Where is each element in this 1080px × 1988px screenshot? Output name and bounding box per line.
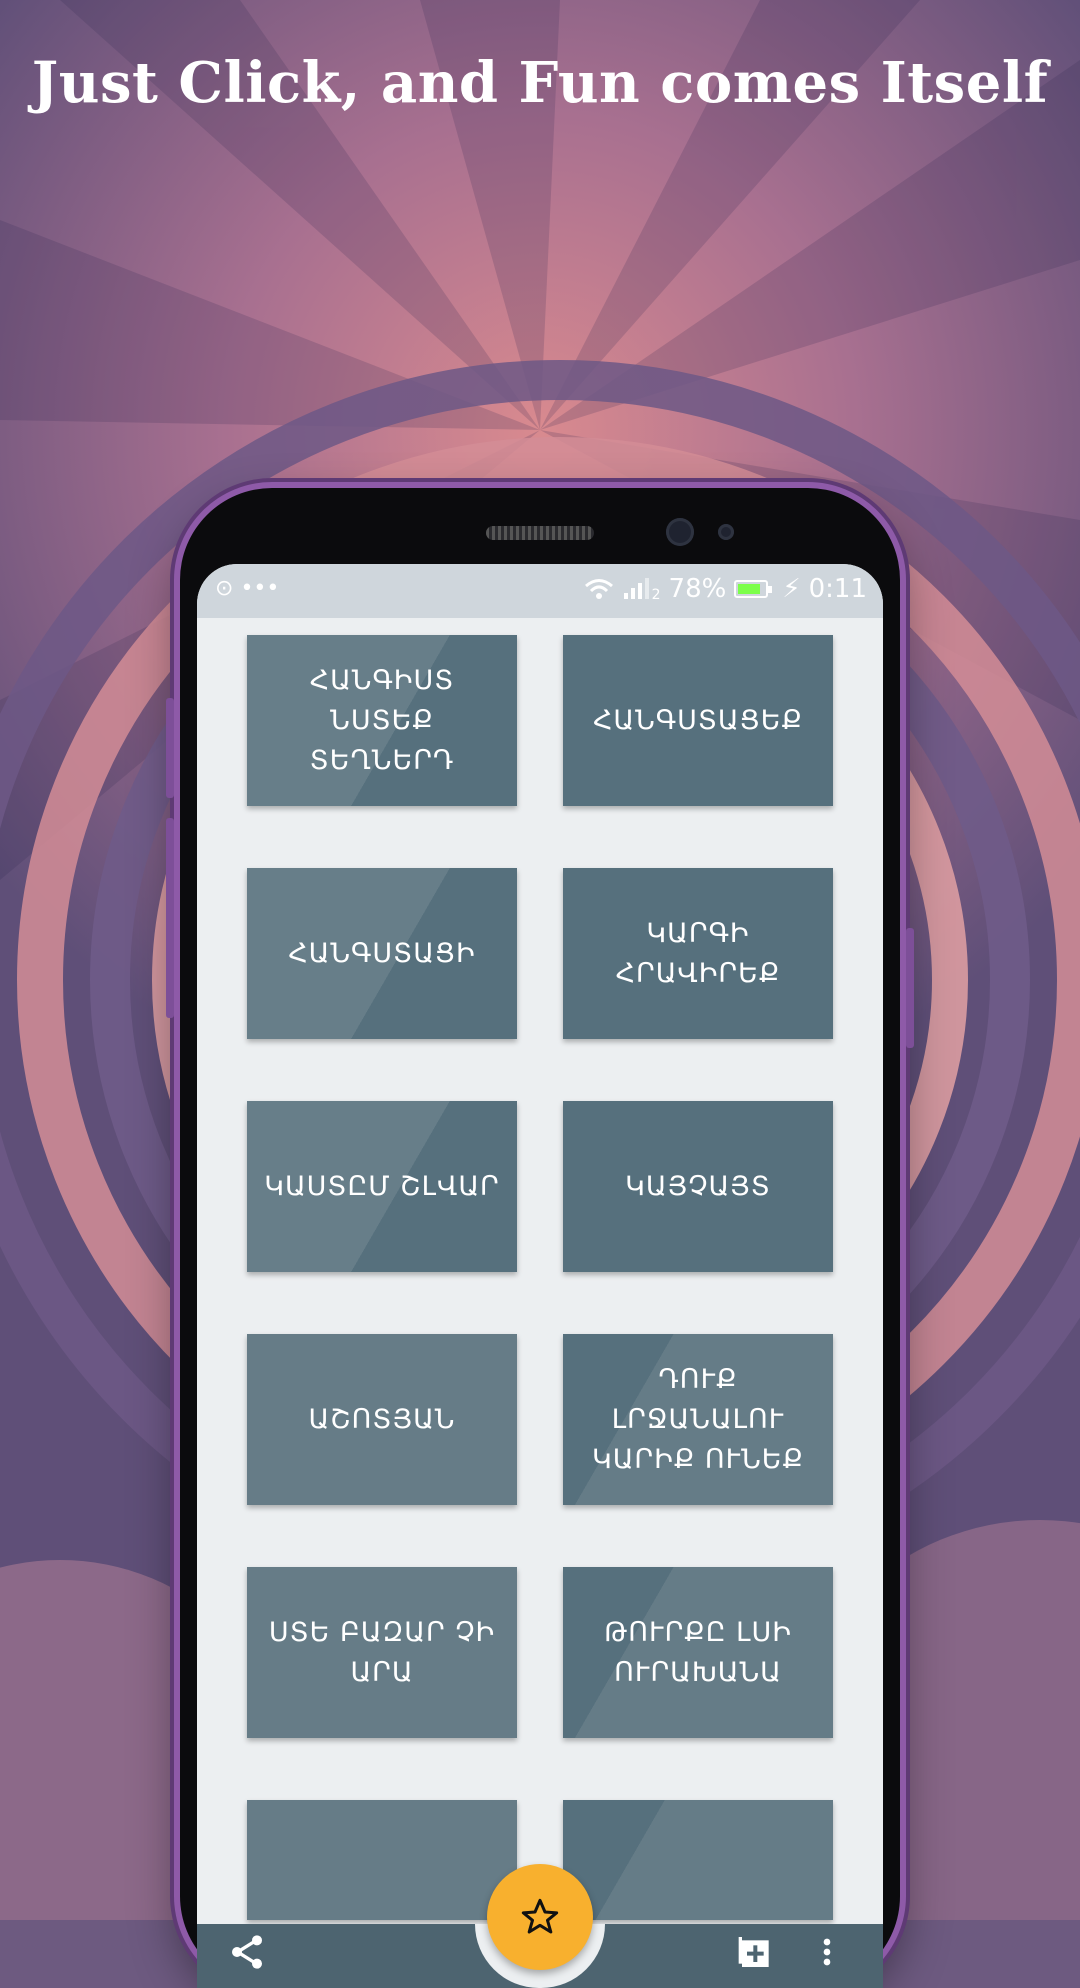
front-camera [666, 518, 694, 546]
sound-button-7[interactable]: ԱՇՈՏՅԱՆ [247, 1334, 517, 1505]
card-label: ԿԱՍՏԸՄ ՇԼՎԱՐ [264, 1170, 500, 1202]
sound-button-9[interactable]: ՍՏԵ ԲԱԶԱՐ ՉԻ ԱՐԱ [247, 1567, 517, 1738]
sound-button-2[interactable]: ՀԱՆԳՍՏԱՑԵՔ [563, 635, 833, 806]
battery-icon [734, 580, 773, 598]
sim-label: 2 [651, 587, 661, 603]
app-screen: ⊙ ••• 2 78% ⚡ 0:11 ՀԱՆԳԻՍՏ ՆՍՏԵՔ ՏԵՂՆԵՐԴ… [197, 564, 883, 1988]
sound-button-5[interactable]: ԿԱՍՏԸՄ ՇԼՎԱՐ [247, 1101, 517, 1272]
add-playlist-icon [738, 1937, 769, 1967]
star-icon [521, 1898, 559, 1934]
status-bar: ⊙ ••• 2 78% ⚡ 0:11 [197, 564, 883, 618]
card-label: ԿԱՐԳԻ ՀՐԱՎԻՐԵՔ [615, 917, 781, 989]
phone-frame: ⊙ ••• 2 78% ⚡ 0:11 ՀԱՆԳԻՍՏ ՆՍՏԵՔ ՏԵՂՆԵՐԴ… [166, 488, 914, 1988]
sound-button-12[interactable] [563, 1800, 833, 1920]
notification-dots: ••• [240, 576, 280, 601]
card-label: ՀԱՆԳՍՏԱՑԵՔ [593, 704, 803, 736]
volume-button [166, 698, 174, 798]
bixby-button [166, 818, 174, 1018]
card-label: ՍՏԵ ԲԱԶԱՐ ՉԻ ԱՐԱ [268, 1616, 496, 1688]
card-label: ԹՈՒՐՔԸ ԼՍԻ ՈՒՐԱԽԱՆԱ [604, 1616, 792, 1688]
battery-percent: 78% [668, 574, 727, 604]
android-notification-icon: ⊙ ••• [215, 576, 280, 601]
share-icon [232, 1935, 262, 1969]
sound-button-6[interactable]: ԿԱՅՉԱՅՏ [563, 1101, 833, 1272]
card-label: ՀԱՆԳԻՍՏ ՆՍՏԵՔ ՏԵՂՆԵՐԴ [309, 664, 455, 776]
charging-icon: ⚡ [782, 574, 801, 604]
overflow-menu-button[interactable] [817, 1932, 837, 1982]
power-button [906, 928, 914, 1048]
favorites-fab[interactable] [487, 1864, 593, 1970]
share-button[interactable] [227, 1932, 267, 1982]
sound-button-3[interactable]: ՀԱՆԳՍՏԱՑԻ [247, 868, 517, 1039]
more-vert-icon [823, 1938, 831, 1966]
card-label: ՀԱՆԳՍՏԱՑԻ [288, 937, 476, 969]
card-label: ԴՈՒՔ ԼՐՋԱՆԱԼՈՒ ԿԱՐԻՔ ՈՒՆԵՔ [591, 1363, 804, 1475]
sound-button-4[interactable]: ԿԱՐԳԻ ՀՐԱՎԻՐԵՔ [563, 868, 833, 1039]
sensor [718, 524, 734, 540]
earpiece-speaker [486, 526, 594, 540]
headline: Just Click, and Fun comes Itself [31, 50, 1049, 116]
wifi-icon [584, 579, 613, 599]
sound-button-1[interactable]: ՀԱՆԳԻՍՏ ՆՍՏԵՔ ՏԵՂՆԵՐԴ [247, 635, 517, 806]
sound-button-8[interactable]: ԴՈՒՔ ԼՐՋԱՆԱԼՈՒ ԿԱՐԻՔ ՈՒՆԵՔ [563, 1334, 833, 1505]
sound-button-10[interactable]: ԹՈՒՐՔԸ ԼՍԻ ՈՒՐԱԽԱՆԱ [563, 1567, 833, 1738]
card-label: ԿԱՅՉԱՅՏ [625, 1170, 771, 1202]
card-label: ԱՇՈՏՅԱՆ [308, 1403, 456, 1435]
add-playlist-button[interactable] [737, 1932, 777, 1982]
sound-button-11[interactable] [247, 1800, 517, 1920]
clock: 0:11 [808, 574, 867, 604]
signal-icon [623, 578, 649, 599]
